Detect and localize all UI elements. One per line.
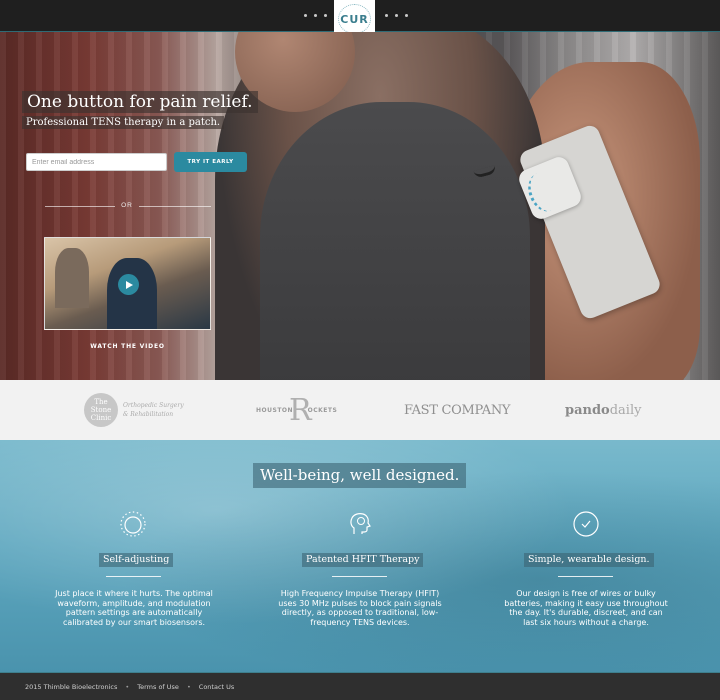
features-section: Well-being, well designed. Self-adjustin… (0, 440, 720, 672)
feature-title-self-adjusting: Self-adjusting (99, 553, 174, 567)
hero-shirt-image (260, 102, 530, 380)
video-thumbnail[interactable] (44, 237, 211, 330)
video-person-background (55, 248, 89, 308)
footer-copyright: 2015 Thimble Bioelectronics (25, 682, 118, 691)
feature-text-hfit: High Frequency Impulse Therapy (HFIT) us… (278, 589, 442, 627)
try-it-early-button[interactable]: TRY IT EARLY (174, 152, 247, 172)
contact-us-link[interactable]: Contact Us (199, 683, 235, 691)
hero-subheadline: Professional TENS therapy in a patch. (22, 116, 225, 129)
checkmark-circle-icon (571, 509, 601, 539)
feature-title-hfit: Patented HFIT Therapy (302, 553, 424, 567)
feature-text-self-adjusting: Just place it where it hurts. The optima… (55, 589, 213, 627)
logo-ring (338, 4, 371, 34)
footer: 2015 Thimble Bioelectronics • Terms of U… (0, 672, 720, 700)
or-divider-left (45, 206, 115, 207)
houston-rockets-logo: HOUSTON R OCKETS (256, 392, 338, 428)
press-logos-strip: The Stone Clinic Orthopedic Surgery & Re… (0, 380, 720, 440)
feature-rule (106, 576, 161, 577)
terms-of-use-link[interactable]: Terms of Use (137, 683, 179, 691)
stone-clinic-mark: The Stone Clinic (84, 393, 118, 427)
watch-video-link[interactable]: WATCH THE VIDEO (44, 343, 211, 350)
footer-separator: • (186, 682, 191, 691)
top-nav-bar: CUR (0, 0, 720, 38)
or-label: OR (121, 202, 133, 209)
nav-dots-right (385, 14, 408, 17)
feature-rule (558, 576, 613, 577)
stone-clinic-logo: The Stone Clinic Orthopedic Surgery & Re… (84, 380, 184, 440)
features-title: Well-being, well designed. (253, 463, 467, 488)
footer-separator: • (125, 682, 130, 691)
feature-title-wearable: Simple, wearable design. (524, 553, 654, 567)
head-profile-icon (345, 509, 375, 539)
fast-company-logo: FAST COMPANY (404, 402, 511, 418)
dotted-circle-icon (118, 509, 148, 539)
feature-rule (332, 576, 387, 577)
stone-clinic-tagline: Orthopedic Surgery & Rehabilitation (123, 402, 184, 418)
hero-headline: One button for pain relief. (22, 91, 258, 113)
feature-text-wearable: Our design is free of wires or bulky bat… (504, 589, 668, 627)
pando-daily-logo: pando daily (565, 402, 642, 418)
or-divider-right (139, 206, 211, 207)
nav-dots-left (304, 14, 327, 17)
play-icon[interactable] (118, 274, 139, 295)
email-input[interactable] (26, 153, 167, 171)
